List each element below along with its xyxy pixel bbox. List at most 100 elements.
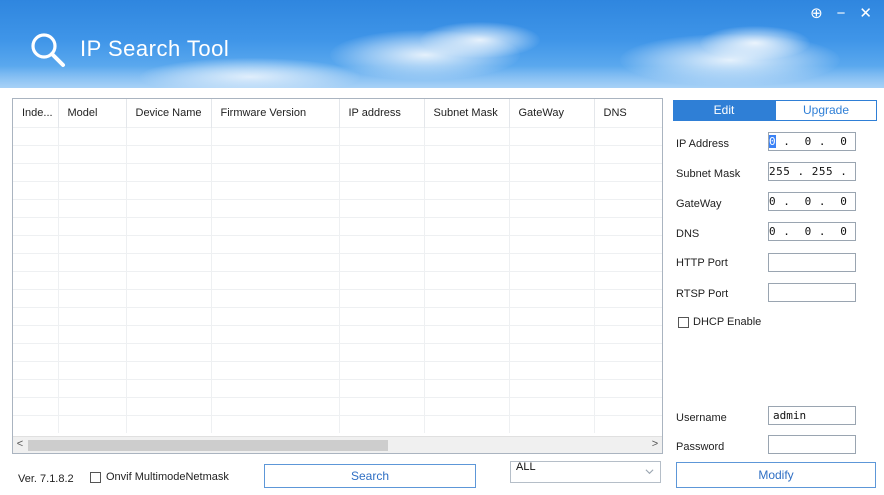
table-cell [13,324,59,343]
dhcp-enable-checkbox[interactable] [678,316,689,328]
column-header-index[interactable]: Inde... [13,99,59,127]
password-input[interactable] [768,435,856,454]
table-row[interactable] [13,180,662,199]
table-cell [211,270,340,289]
table-cell [13,378,59,397]
http-port-label: HTTP Port [676,257,728,269]
table-cell [424,198,510,217]
modify-button[interactable]: Modify [676,462,876,488]
table-cell [211,396,340,415]
table-row[interactable] [13,162,662,181]
table-row[interactable] [13,288,662,307]
filter-selected-value: ALL [516,461,536,473]
tab-edit[interactable]: Edit [673,100,775,121]
device-table[interactable]: Inde... Model Device Name Firmware Versi… [12,98,663,454]
scroll-right-icon[interactable]: > [648,438,662,450]
table-cell [339,198,425,217]
table-cell [126,324,212,343]
table-row[interactable] [13,270,662,289]
cloud-decoration [700,26,810,60]
dhcp-enable-row[interactable]: DHCP Enable [678,316,761,328]
table-cell [58,198,127,217]
table-cell [126,144,212,163]
tab-upgrade[interactable]: Upgrade [775,100,877,121]
search-button[interactable]: Search [264,464,476,488]
table-cell [126,198,212,217]
filter-select[interactable]: ALL [510,461,661,483]
table-cell [509,252,595,271]
table-cell [58,324,127,343]
scroll-left-icon[interactable]: < [13,438,27,450]
table-cell [126,378,212,397]
onvif-multimode-checkbox[interactable] [90,471,101,483]
table-row[interactable] [13,324,662,343]
table-row[interactable] [13,234,662,253]
column-header-gateway[interactable]: GateWay [509,99,595,127]
table-cell [58,360,127,379]
magnifier-logo-icon [31,33,65,67]
table-cell [13,162,59,181]
table-row[interactable] [13,360,662,379]
table-cell [594,306,662,325]
gateway-field[interactable]: 0 . 0 . 0 . 0 [768,192,856,211]
version-label: Ver. 7.1.8.2 [18,473,74,485]
close-icon[interactable]: ✕ [859,6,872,22]
ip-address-label: IP Address [676,138,729,150]
table-cell [339,288,425,307]
bottom-bar: Ver. 7.1.8.2 Onvif MultimodeNetmask Sear… [0,457,664,495]
table-row[interactable] [13,216,662,235]
title-banner: IP Search Tool ⊕ − ✕ [0,0,884,88]
username-input[interactable]: admin [768,406,856,425]
table-cell [424,252,510,271]
table-cell [339,144,425,163]
table-cell [424,216,510,235]
horizontal-scrollbar[interactable]: < > [13,436,662,453]
table-cell [509,234,595,253]
minimize-icon[interactable]: − [837,6,846,22]
dns-field[interactable]: 0 . 0 . 0 . 0 [768,222,856,241]
table-cell [594,144,662,163]
add-icon[interactable]: ⊕ [810,6,823,22]
table-cell [211,414,340,433]
column-header-dns[interactable]: DNS [594,99,662,127]
table-cell [594,288,662,307]
subnet-mask-label: Subnet Mask [676,168,741,180]
table-cell [509,396,595,415]
table-header-row: Inde... Model Device Name Firmware Versi… [13,99,662,127]
column-header-ip-address[interactable]: IP address [339,99,425,127]
table-cell [509,342,595,361]
column-header-firmware-version[interactable]: Firmware Version [211,99,340,127]
table-row[interactable] [13,144,662,163]
http-port-input[interactable] [768,253,856,272]
dns-label: DNS [676,228,700,240]
column-header-model[interactable]: Model [58,99,127,127]
column-header-subnet-mask[interactable]: Subnet Mask [424,99,510,127]
onvif-multimode-row[interactable]: Onvif MultimodeNetmask [90,471,229,483]
table-cell [509,306,595,325]
table-cell [58,288,127,307]
table-cell [211,360,340,379]
table-row[interactable] [13,378,662,397]
table-row[interactable] [13,306,662,325]
table-cell [13,342,59,361]
table-cell [339,180,425,199]
table-row[interactable] [13,396,662,415]
table-row[interactable] [13,342,662,361]
table-row[interactable] [13,414,662,433]
table-cell [424,288,510,307]
table-row[interactable] [13,198,662,217]
scrollbar-thumb[interactable] [28,440,388,451]
table-cell [424,144,510,163]
table-cell [13,288,59,307]
subnet-mask-field[interactable]: 255 . 255 . 255 . 0 [768,162,856,181]
table-cell [509,270,595,289]
column-header-device-name[interactable]: Device Name [126,99,212,127]
dhcp-enable-label: DHCP Enable [693,316,762,328]
table-cell [211,252,340,271]
table-row[interactable] [13,252,662,271]
ip-address-field[interactable]: 0 . 0 . 0 . 0 [768,132,856,151]
table-cell [339,360,425,379]
table-row[interactable] [13,126,662,145]
rtsp-port-input[interactable] [768,283,856,302]
table-cell [424,342,510,361]
